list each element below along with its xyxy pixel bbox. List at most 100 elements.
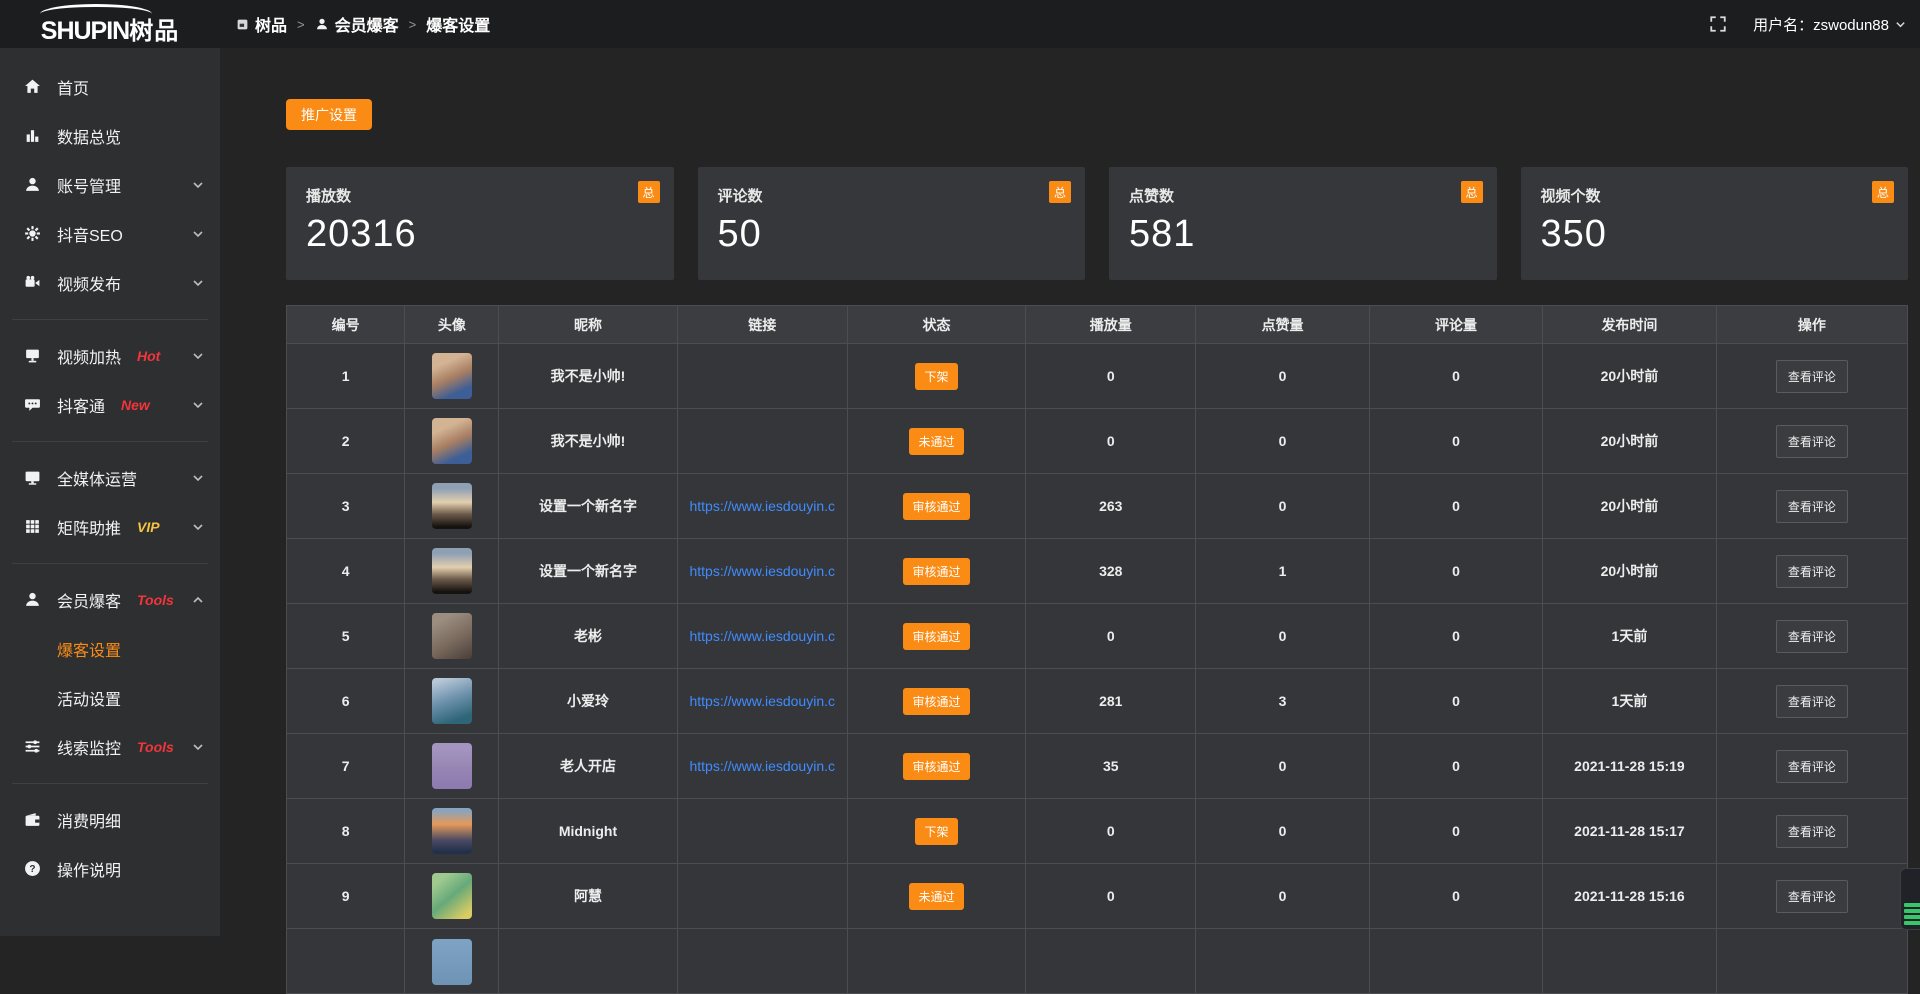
sidebar-subitem-activity-settings[interactable]: 活动设置 — [0, 673, 220, 722]
table-row: 3 设置一个新名字 https://www.iesdouyin.c 审核通过 2… — [287, 474, 1908, 539]
view-comments-button[interactable]: 查看评论 — [1776, 555, 1848, 588]
status-badge: 审核通过 — [903, 623, 969, 650]
col-header-status: 状态 — [847, 306, 1025, 344]
sidebar-item-home[interactable]: 首页 — [0, 62, 220, 111]
stat-value: 350 — [1541, 213, 1895, 256]
view-comments-button[interactable]: 查看评论 — [1776, 750, 1848, 783]
sidebar-divider — [12, 783, 208, 784]
avatar — [432, 873, 472, 919]
vip-tag: VIP — [137, 519, 160, 535]
question-circle-icon: ? — [24, 860, 41, 877]
view-comments-button[interactable]: 查看评论 — [1776, 880, 1848, 913]
fullscreen-icon[interactable] — [1709, 15, 1727, 33]
likes-count: 0 — [1196, 864, 1369, 929]
comment-icon — [24, 396, 41, 413]
sidebar-item-data-overview[interactable]: 数据总览 — [0, 111, 220, 160]
chevron-down-icon — [192, 277, 204, 289]
likes-count: 0 — [1196, 734, 1369, 799]
breadcrumb-item-home[interactable]: 树品 — [236, 12, 287, 36]
comments-count: 0 — [1369, 604, 1542, 669]
sidebar-subitem-baoke-settings[interactable]: 爆客设置 — [0, 624, 220, 673]
table-row: 4 设置一个新名字 https://www.iesdouyin.c 审核通过 3… — [287, 539, 1908, 604]
video-link[interactable]: https://www.iesdouyin.c — [689, 693, 835, 709]
video-link[interactable]: https://www.iesdouyin.c — [689, 628, 835, 644]
video-camera-icon — [24, 274, 41, 291]
chevron-down-icon — [192, 741, 204, 753]
chevron-down-icon — [192, 350, 204, 362]
view-comments-button[interactable]: 查看评论 — [1776, 425, 1848, 458]
col-header-link: 链接 — [677, 306, 847, 344]
col-header-likes: 点赞量 — [1196, 306, 1369, 344]
comments-count: 0 — [1369, 539, 1542, 604]
table-row: 8 Midnight 下架 0 0 0 2021-11-28 15:17 查看评… — [287, 799, 1908, 864]
top-header: SHUPIN树品 树品 > 会员爆客 > 爆客设置 用户名：zswodun88 — [0, 0, 1920, 48]
breadcrumb-item-member[interactable]: 会员爆客 — [315, 12, 399, 36]
row-id — [287, 929, 405, 994]
col-header-actions: 操作 — [1716, 306, 1907, 344]
floating-widget[interactable] — [1900, 868, 1920, 930]
chevron-down-icon — [192, 179, 204, 191]
plays-count: 281 — [1026, 669, 1196, 734]
nickname: 阿慧 — [499, 864, 677, 929]
table-row: 5 老彬 https://www.iesdouyin.c 审核通过 0 0 0 … — [287, 604, 1908, 669]
tools-tag: Tools — [137, 739, 174, 755]
sidebar-item-matrix-boost[interactable]: 矩阵助推 VIP — [0, 502, 220, 551]
sidebar-item-video-heat[interactable]: 视频加热 Hot — [0, 331, 220, 380]
publish-time: 2021-11-28 15:16 — [1543, 864, 1716, 929]
row-id: 1 — [287, 344, 405, 409]
nickname: 小爱玲 — [499, 669, 677, 734]
sidebar-item-consumption-detail[interactable]: 消费明细 — [0, 795, 220, 844]
plays-count: 0 — [1026, 799, 1196, 864]
col-header-comments: 评论量 — [1369, 306, 1542, 344]
plays-count: 0 — [1026, 864, 1196, 929]
publish-time: 2021-11-28 15:17 — [1543, 799, 1716, 864]
stat-card-likes: 点赞数 581 总 — [1109, 167, 1497, 280]
table-row: 1 我不是小帅! 下架 0 0 0 20小时前 查看评论 — [287, 344, 1908, 409]
total-badge: 总 — [1049, 181, 1071, 203]
sidebar-item-douketong[interactable]: 抖客通 New — [0, 380, 220, 429]
nickname: 老人开店 — [499, 734, 677, 799]
stat-value: 581 — [1129, 213, 1483, 256]
chevron-down-icon — [192, 472, 204, 484]
nickname: 老彬 — [499, 604, 677, 669]
sidebar-item-video-publish[interactable]: 视频发布 — [0, 258, 220, 307]
screen-icon — [24, 347, 41, 364]
nickname: 我不是小帅! — [499, 344, 677, 409]
sidebar-item-member-baoke[interactable]: 会员爆客 Tools — [0, 575, 220, 624]
sidebar-item-account[interactable]: 账号管理 — [0, 160, 220, 209]
chevron-down-icon — [1895, 19, 1906, 30]
likes-count: 0 — [1196, 799, 1369, 864]
view-comments-button[interactable]: 查看评论 — [1776, 620, 1848, 653]
main-content: 推广设置 播放数 20316 总 评论数 50 总 点赞数 581 总 视频个数… — [220, 48, 1920, 936]
app-logo[interactable]: SHUPIN树品 — [0, 0, 220, 48]
view-comments-button[interactable]: 查看评论 — [1776, 360, 1848, 393]
likes-count — [1196, 929, 1369, 994]
publish-time: 2021-11-28 15:19 — [1543, 734, 1716, 799]
video-link[interactable]: https://www.iesdouyin.c — [689, 498, 835, 514]
chevron-down-icon — [192, 521, 204, 533]
status-badge: 下架 — [915, 363, 957, 390]
wallet-icon — [24, 811, 41, 828]
comments-count: 0 — [1369, 669, 1542, 734]
avatar — [432, 548, 472, 594]
video-link[interactable]: https://www.iesdouyin.c — [689, 758, 835, 774]
avatar — [432, 613, 472, 659]
sidebar-item-instructions[interactable]: ? 操作说明 — [0, 844, 220, 893]
nickname: 设置一个新名字 — [499, 474, 677, 539]
sidebar-item-clue-monitor[interactable]: 线索监控 Tools — [0, 722, 220, 771]
plays-count — [1026, 929, 1196, 994]
stat-card-videos: 视频个数 350 总 — [1521, 167, 1909, 280]
video-link[interactable]: https://www.iesdouyin.c — [689, 563, 835, 579]
promo-settings-button[interactable]: 推广设置 — [286, 99, 372, 130]
user-menu[interactable]: 用户名：zswodun88 — [1753, 14, 1906, 35]
view-comments-button[interactable]: 查看评论 — [1776, 490, 1848, 523]
view-comments-button[interactable]: 查看评论 — [1776, 685, 1848, 718]
stat-card-plays: 播放数 20316 总 — [286, 167, 674, 280]
sidebar-item-media-operation[interactable]: 全媒体运营 — [0, 453, 220, 502]
home-icon — [24, 78, 41, 95]
row-id: 4 — [287, 539, 405, 604]
publish-time: 1天前 — [1543, 669, 1716, 734]
sidebar-item-douyin-seo[interactable]: 抖音SEO — [0, 209, 220, 258]
view-comments-button[interactable]: 查看评论 — [1776, 815, 1848, 848]
avatar — [432, 939, 472, 985]
